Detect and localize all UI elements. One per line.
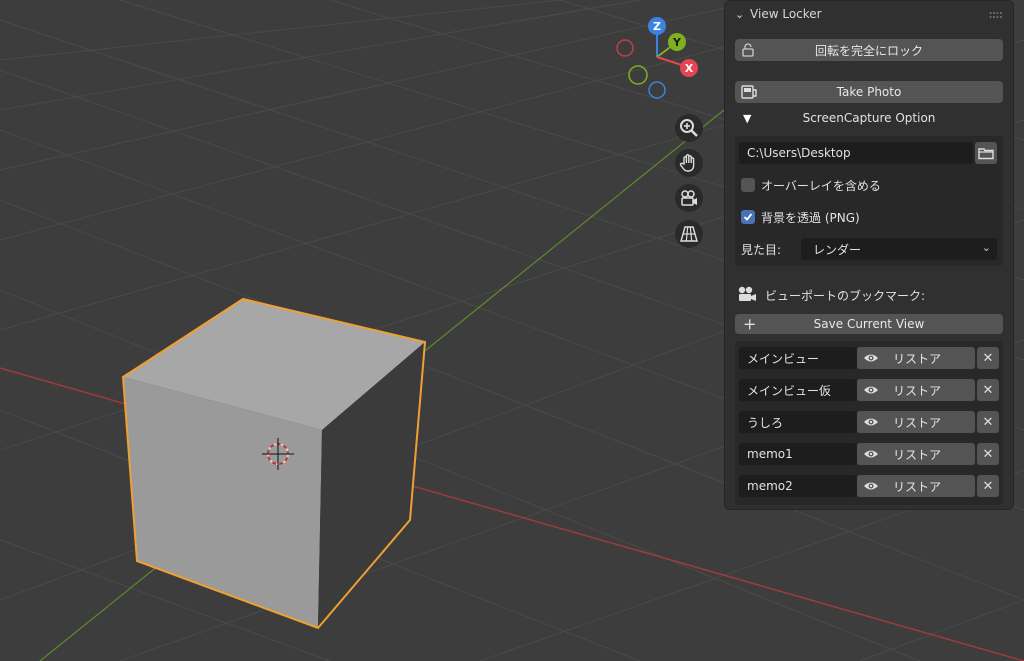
save-path-value: C:\Users\Desktop [747, 146, 851, 160]
take-photo-button[interactable]: Take Photo [735, 81, 1003, 103]
hand-icon [679, 154, 695, 172]
look-value: レンダー [813, 242, 862, 257]
delete-bookmark-button[interactable]: ✕ [977, 379, 999, 401]
screencapture-option-label: ScreenCapture Option [802, 111, 936, 125]
restore-label: リストア [893, 383, 942, 398]
lock-rotation-button[interactable]: 回転を完全にロック [735, 39, 1003, 61]
drag-handle-icon[interactable] [989, 11, 1003, 19]
bookmark-row: memo2 リストア ✕ [739, 475, 999, 497]
close-icon: ✕ [982, 446, 994, 462]
chevron-down-icon: ⌄ [735, 8, 745, 21]
zoom-icon [680, 119, 698, 137]
navigation-gizmo[interactable]: Z Y X [610, 12, 702, 104]
folder-icon [978, 148, 994, 160]
bookmark-name-field[interactable]: メインビュー仮 [739, 379, 857, 401]
restore-button[interactable]: リストア [857, 347, 975, 369]
panel-header[interactable]: ⌄ View Locker [735, 7, 822, 21]
bookmark-name-field[interactable]: memo1 [739, 443, 857, 465]
restore-label: リストア [893, 447, 942, 462]
close-icon: ✕ [982, 350, 994, 366]
grid-icon [680, 226, 698, 242]
restore-button[interactable]: リストア [857, 475, 975, 497]
delete-bookmark-button[interactable]: ✕ [977, 443, 999, 465]
restore-label: リストア [893, 479, 942, 494]
eye-icon [864, 418, 878, 426]
eye-icon [864, 482, 878, 490]
eye-icon [864, 354, 878, 362]
restore-button[interactable]: リストア [857, 443, 975, 465]
restore-button[interactable]: リストア [857, 411, 975, 433]
screencapture-options-box: C:\Users\Desktop オーバーレイを含める 背景を透過 (PNG) … [735, 136, 1003, 266]
close-icon: ✕ [982, 414, 994, 430]
pan-button[interactable] [675, 149, 703, 177]
bookmark-name-field[interactable]: memo2 [739, 475, 857, 497]
bookmark-name: メインビュー [747, 351, 820, 366]
browse-folder-button[interactable] [975, 142, 997, 164]
transparent-bg-label: 背景を透過 (PNG) [761, 211, 860, 225]
transparent-bg-checkbox[interactable] [741, 210, 755, 224]
lock-rotation-label: 回転を完全にロック [814, 43, 923, 58]
x-axis-label: X [685, 62, 694, 75]
save-current-view-label: Save Current View [813, 317, 925, 331]
lock-icon [742, 43, 754, 57]
bookmarks-label: ビューポートのブックマーク: [765, 289, 926, 303]
screencapture-option-toggle[interactable]: ▼ ScreenCapture Option [735, 110, 1003, 130]
perspective-toggle-button[interactable] [675, 220, 703, 248]
bookmark-name: うしろ [747, 415, 784, 430]
camera-icon [681, 190, 697, 206]
movie-camera-icon [738, 286, 756, 301]
camera-photo-icon [741, 85, 757, 99]
chevron-down-icon: ⌄ [981, 241, 991, 254]
bookmark-list: メインビュー リストア ✕ メインビュー仮 リストア ✕ うしろ リストア ✕ … [735, 341, 1003, 505]
zoom-button[interactable] [675, 114, 703, 142]
bookmark-name: memo1 [747, 447, 793, 461]
close-icon: ✕ [982, 478, 994, 494]
bookmark-name: memo2 [747, 479, 793, 493]
bookmark-row: memo1 リストア ✕ [739, 443, 999, 465]
overlay-checkbox[interactable] [741, 178, 755, 192]
delete-bookmark-button[interactable]: ✕ [977, 475, 999, 497]
plus-icon: + [743, 314, 757, 334]
restore-label: リストア [893, 415, 942, 430]
restore-button[interactable]: リストア [857, 379, 975, 401]
bookmarks-header: ビューポートのブックマーク: [735, 285, 1003, 305]
look-label: 見た目: [741, 243, 782, 257]
close-icon: ✕ [982, 382, 994, 398]
checkmark-icon [743, 213, 753, 221]
bookmark-row: うしろ リストア ✕ [739, 411, 999, 433]
take-photo-label: Take Photo [836, 85, 902, 99]
eye-icon [864, 386, 878, 394]
camera-view-button[interactable] [675, 184, 703, 212]
save-current-view-button[interactable]: + Save Current View [735, 314, 1003, 334]
delete-bookmark-button[interactable]: ✕ [977, 411, 999, 433]
z-axis-label: Z [653, 20, 661, 33]
overlay-label: オーバーレイを含める [761, 179, 881, 193]
y-axis-label: Y [672, 36, 682, 49]
bookmark-row: メインビュー リストア ✕ [739, 347, 999, 369]
look-dropdown[interactable]: レンダー ⌄ [801, 238, 997, 260]
restore-label: リストア [893, 351, 942, 366]
view-locker-panel: ⌄ View Locker 回転を完全にロック Take Photo ▼ Scr… [724, 0, 1014, 510]
bookmark-name: メインビュー仮 [747, 383, 832, 398]
save-path-field[interactable]: C:\Users\Desktop [739, 142, 973, 164]
panel-title: View Locker [750, 7, 822, 21]
bookmark-name-field[interactable]: メインビュー [739, 347, 857, 369]
bookmark-row: メインビュー仮 リストア ✕ [739, 379, 999, 401]
eye-icon [864, 450, 878, 458]
bookmark-name-field[interactable]: うしろ [739, 411, 857, 433]
delete-bookmark-button[interactable]: ✕ [977, 347, 999, 369]
